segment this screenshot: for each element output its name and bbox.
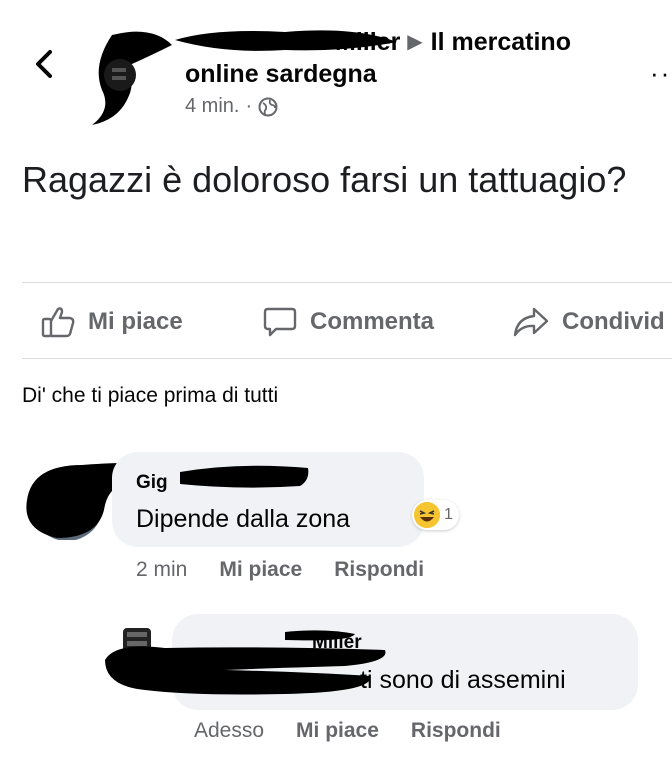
reply-avatar-redacted[interactable] — [105, 620, 395, 700]
divider-bottom — [22, 358, 672, 359]
comment-icon — [263, 307, 297, 337]
laughing-emoji-icon — [414, 502, 440, 528]
divider-top — [22, 282, 672, 283]
share-arrow-icon — [513, 307, 549, 337]
chevron-left-icon — [36, 50, 52, 78]
comment-reply-button[interactable]: Rispondi — [334, 558, 424, 582]
share-label: Condivid — [562, 308, 665, 335]
post-meta: 4 min. · — [185, 95, 278, 118]
thumbs-up-icon — [41, 307, 75, 338]
reply-meta: Adesso Mi piace Rispondi — [194, 719, 501, 743]
post-timestamp[interactable]: 4 min. — [185, 95, 239, 118]
reply-time[interactable]: Adesso — [194, 719, 264, 743]
comment-author[interactable]: Gig — [136, 472, 168, 494]
reaction-count: 1 — [444, 506, 453, 523]
like-label: Mi piace — [88, 308, 183, 335]
comment-text: Dipende dalla zona — [136, 505, 351, 533]
post-text: Ragazzi è doloroso farsi un tattuagio? — [22, 159, 627, 200]
comment-button[interactable]: Commenta — [262, 300, 434, 344]
back-button[interactable] — [30, 44, 58, 84]
reply-reply-button[interactable]: Rispondi — [411, 719, 501, 743]
first-like-prompt: Di' che ti piace prima di tutti — [22, 384, 279, 407]
comment-meta: 2 min Mi piace Rispondi — [136, 558, 424, 582]
comment-author-redaction — [180, 465, 309, 488]
group-name-line1[interactable]: Il mercatino — [431, 28, 571, 56]
more-options-button[interactable]: ·· — [650, 58, 671, 89]
comment-label: Commenta — [310, 308, 435, 335]
like-button[interactable]: Mi piace — [40, 300, 183, 344]
post-page: Miller ▶Il mercatino online sardegna 4 m… — [0, 0, 672, 759]
group-name-line2[interactable]: online sardegna — [185, 60, 377, 89]
reply-like-button[interactable]: Mi piace — [296, 719, 379, 743]
meta-separator: · — [245, 95, 253, 117]
comment-like-button[interactable]: Mi piace — [219, 558, 302, 582]
comment-time[interactable]: 2 min — [136, 558, 187, 582]
comment-reaction[interactable]: 1 — [412, 500, 459, 530]
arrow-right-icon: ▶ — [407, 31, 423, 53]
author-name-redaction — [175, 30, 397, 51]
author-avatar-redacted[interactable] — [72, 20, 182, 135]
globe-icon — [258, 97, 278, 116]
share-button[interactable]: Condivid — [512, 300, 665, 344]
